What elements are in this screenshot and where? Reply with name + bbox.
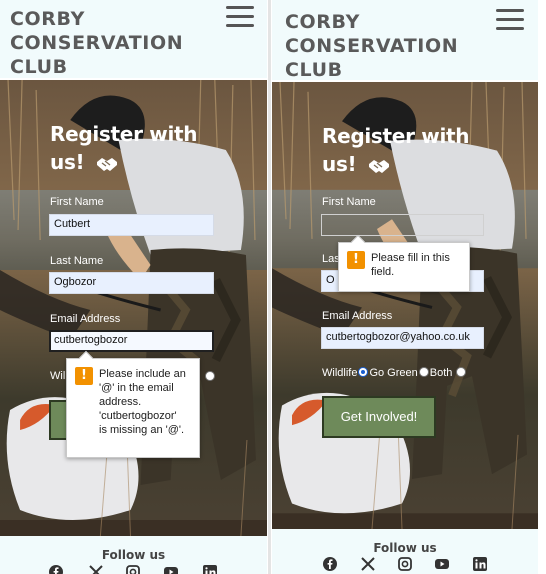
go-green-label: Go Green	[369, 367, 418, 379]
tooltip-line: Please include an	[99, 368, 186, 380]
hero-section: Register with us! First Name Last O Emai…	[272, 82, 538, 529]
site-header: CORBY CONSERVATION CLUB	[0, 0, 267, 78]
site-footer: Follow us	[272, 529, 538, 574]
form-title: Register with us!	[322, 122, 470, 178]
both-radio[interactable]	[205, 371, 215, 381]
email-input[interactable]: cutbertogbozor@yahoo.co.uk	[321, 327, 484, 349]
brand-line: CONSERVATION	[10, 32, 184, 54]
brand-line: CORBY	[10, 8, 85, 30]
email-input[interactable]: cutbertogbozor	[49, 330, 214, 352]
handshake-icon	[367, 157, 391, 175]
last-name-label: Last Name	[50, 255, 104, 267]
facebook-icon[interactable]	[48, 564, 64, 574]
brand-line: CORBY	[285, 11, 360, 33]
screen-right: CORBY CONSERVATION CLUB Register with us…	[272, 0, 538, 574]
get-involved-button[interactable]: Get Involved!	[322, 396, 436, 438]
x-icon[interactable]	[360, 556, 376, 572]
instagram-icon[interactable]	[125, 564, 141, 574]
brand-line: CLUB	[285, 59, 343, 81]
form-title-line: us!	[322, 152, 357, 176]
site-logo-text[interactable]: CORBY CONSERVATION CLUB	[285, 10, 458, 82]
wildlife-label: Wildlife	[322, 367, 358, 379]
linkedin-icon[interactable]	[472, 556, 488, 572]
tooltip-line: 'cutbertogbozor'	[99, 410, 177, 422]
both-radio[interactable]	[418, 367, 429, 377]
handshake-icon	[95, 155, 119, 173]
tooltip-line: is missing an '@'.	[99, 424, 185, 436]
instagram-icon[interactable]	[397, 556, 413, 572]
first-name-label: First Name	[322, 196, 376, 208]
go-green-radio[interactable]	[358, 367, 369, 377]
form-title-line: Register with	[322, 124, 470, 148]
facebook-icon[interactable]	[322, 556, 338, 572]
email-label: Email Address	[50, 313, 121, 325]
tooltip-line: address.	[99, 396, 142, 408]
form-title-line: us!	[50, 150, 85, 174]
x-icon[interactable]	[88, 564, 104, 574]
interest-radio-group: Wil	[50, 370, 65, 382]
first-name-input[interactable]	[321, 214, 484, 236]
hero-section: Register with us! First Name Cutbert Las…	[0, 80, 267, 536]
email-label: Email Address	[322, 310, 393, 322]
tooltip-message: Please fill in this field.	[371, 251, 450, 279]
screenshot-divider	[268, 0, 271, 574]
follow-us-label: Follow us	[373, 541, 437, 555]
validation-tooltip: ! Please include an '@' in the email add…	[66, 350, 200, 458]
form-title: Register with us!	[50, 120, 198, 176]
tooltip-line: field.	[371, 266, 395, 278]
warning-icon: !	[75, 367, 93, 385]
youtube-icon[interactable]	[434, 556, 450, 572]
interest-radio-group: Wildlife Go Green Both	[322, 367, 467, 379]
site-footer: Follow us	[0, 536, 267, 574]
linkedin-icon[interactable]	[202, 564, 218, 574]
site-header: CORBY CONSERVATION CLUB	[272, 0, 538, 82]
site-logo-text[interactable]: CORBY CONSERVATION CLUB	[10, 7, 183, 79]
screen-left: CORBY CONSERVATION CLUB Register with us…	[0, 0, 267, 574]
tooltip-message: Please include an '@' in the email addre…	[99, 367, 186, 437]
warning-icon: !	[347, 251, 365, 269]
first-name-input[interactable]: Cutbert	[49, 214, 214, 236]
wildlife-label: Wil	[50, 370, 66, 382]
tooltip-line: '@' in the email	[99, 382, 174, 394]
youtube-icon[interactable]	[163, 564, 179, 574]
hamburger-menu-icon[interactable]	[496, 9, 524, 31]
last-name-input[interactable]: Ogbozor	[49, 272, 214, 294]
brand-line: CLUB	[10, 56, 68, 78]
first-name-label: First Name	[50, 196, 104, 208]
form-title-line: Register with	[50, 122, 198, 146]
hamburger-menu-icon[interactable]	[226, 6, 254, 28]
both-label: Both	[429, 367, 453, 379]
wildlife-radio[interactable]	[456, 367, 467, 377]
follow-us-label: Follow us	[101, 548, 166, 562]
tooltip-line: Please fill in this	[371, 252, 450, 264]
brand-line: CONSERVATION	[285, 35, 459, 57]
validation-tooltip: ! Please fill in this field.	[338, 234, 470, 292]
